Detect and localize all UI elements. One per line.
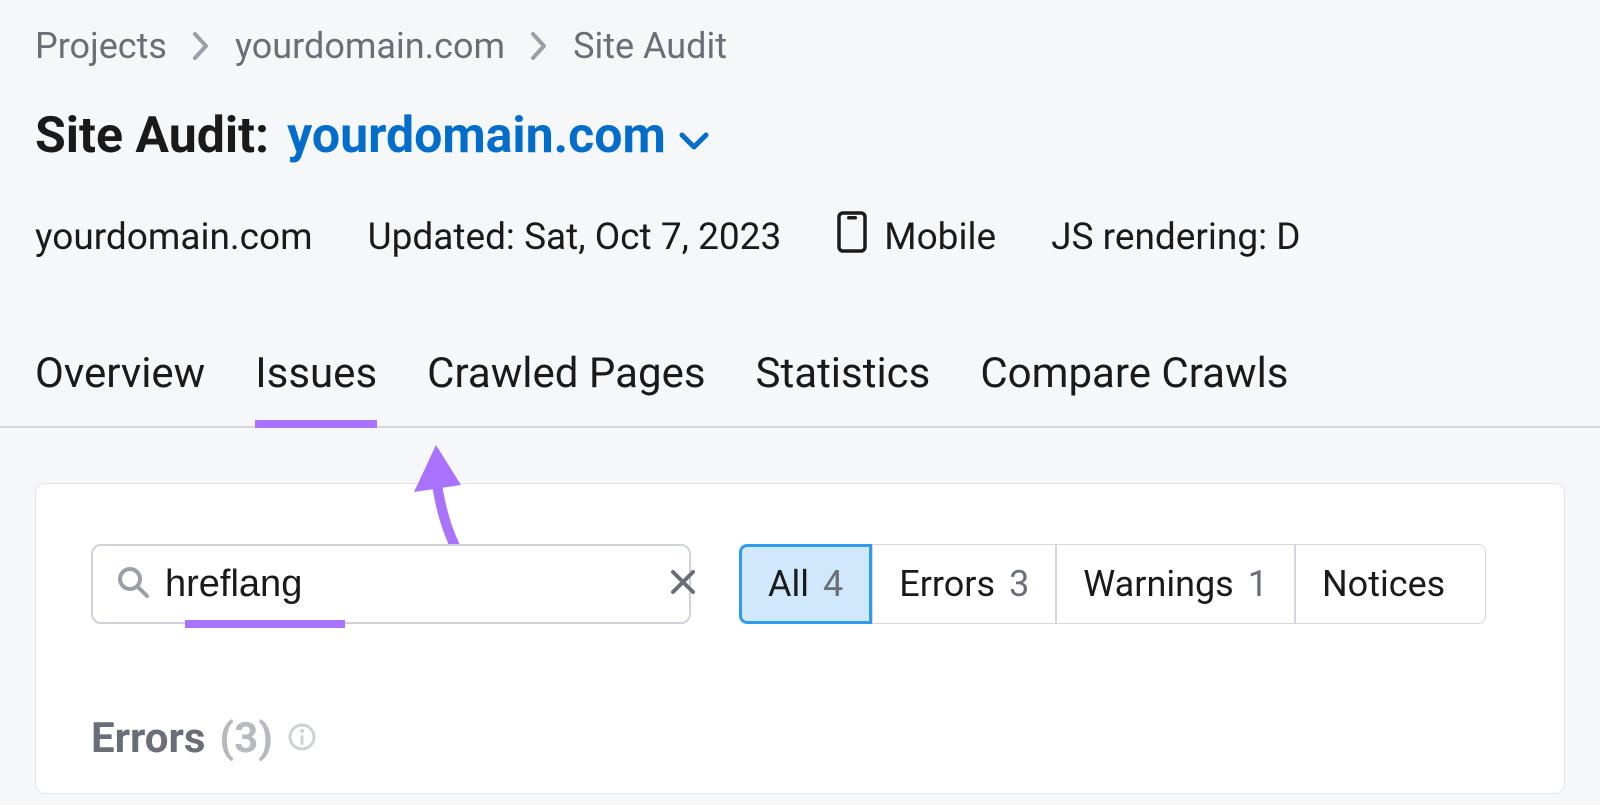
annotation-underline (185, 620, 345, 628)
domain-switcher[interactable]: yourdomain.com (287, 107, 710, 165)
meta-row: yourdomain.com Updated: Sat, Oct 7, 2023… (35, 210, 1565, 264)
breadcrumb: Projects yourdomain.com Site Audit (35, 25, 1565, 67)
breadcrumb-item-domain[interactable]: yourdomain.com (235, 25, 505, 67)
breadcrumb-item-site-audit[interactable]: Site Audit (573, 25, 727, 67)
chevron-right-icon (191, 31, 211, 61)
breadcrumb-item-projects[interactable]: Projects (35, 25, 167, 67)
filters-row: All 4 Errors 3 Warnings 1 Notices (91, 544, 1509, 624)
chevron-right-icon (529, 31, 549, 61)
meta-js-rendering: JS rendering: D (1051, 216, 1300, 259)
tab-overview[interactable]: Overview (35, 349, 205, 398)
filter-pill-label: Errors (899, 563, 995, 605)
filter-pill-notices[interactable]: Notices (1295, 544, 1486, 624)
tab-compare-crawls[interactable]: Compare Crawls (980, 349, 1288, 398)
section-heading-label: Errors (91, 714, 205, 763)
mobile-icon (836, 210, 868, 264)
page-title-prefix: Site Audit: (35, 107, 269, 165)
section-heading-errors: Errors (3) (91, 714, 1509, 763)
tab-crawled-pages[interactable]: Crawled Pages (427, 349, 705, 398)
filter-pill-count: 1 (1248, 563, 1268, 605)
meta-device-label: Mobile (884, 216, 996, 259)
section-heading-count: (3) (219, 714, 273, 763)
page-title-row: Site Audit: yourdomain.com (35, 107, 1565, 165)
filter-pill-label: Notices (1322, 563, 1445, 605)
search-icon (115, 564, 151, 604)
filter-pill-count: 3 (1009, 563, 1029, 605)
chevron-down-icon (678, 107, 710, 165)
filter-pill-all[interactable]: All 4 (739, 544, 872, 624)
info-icon[interactable] (287, 714, 317, 763)
domain-switcher-label: yourdomain.com (287, 107, 666, 165)
meta-domain: yourdomain.com (35, 216, 313, 259)
filter-pill-count: 4 (823, 563, 843, 605)
filter-pill-label: All (768, 563, 809, 605)
search-input-wrap[interactable] (91, 544, 691, 624)
tabs: Overview Issues Crawled Pages Statistics… (0, 349, 1600, 428)
clear-icon[interactable] (668, 567, 698, 601)
tab-issues[interactable]: Issues (255, 349, 377, 398)
filter-pills: All 4 Errors 3 Warnings 1 Notices (739, 544, 1486, 624)
filter-pill-label: Warnings (1083, 563, 1233, 605)
filter-pill-errors[interactable]: Errors 3 (872, 544, 1056, 624)
meta-updated: Updated: Sat, Oct 7, 2023 (368, 216, 782, 259)
issues-card: All 4 Errors 3 Warnings 1 Notices Err (35, 483, 1565, 794)
filter-pill-warnings[interactable]: Warnings 1 (1056, 544, 1295, 624)
tab-statistics[interactable]: Statistics (756, 349, 931, 398)
meta-device: Mobile (836, 210, 996, 264)
search-input[interactable] (151, 563, 668, 606)
